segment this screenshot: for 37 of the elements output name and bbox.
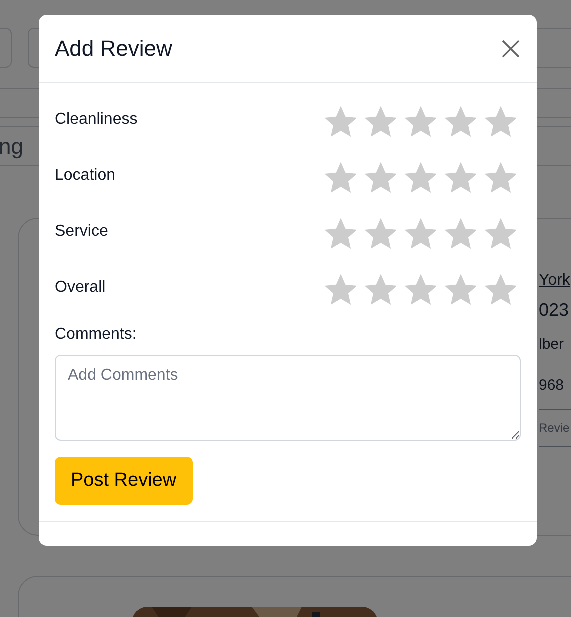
- star-rating[interactable]: [323, 104, 519, 140]
- star-icon[interactable]: [363, 104, 399, 140]
- star-icon[interactable]: [483, 272, 519, 308]
- star-icon[interactable]: [323, 104, 359, 140]
- star-icon[interactable]: [323, 216, 359, 252]
- star-icon[interactable]: [483, 160, 519, 196]
- dialog-title: Add Review: [55, 35, 172, 63]
- star-icon[interactable]: [323, 272, 359, 308]
- star-icon[interactable]: [443, 272, 479, 308]
- post-review-button[interactable]: Post Review: [55, 457, 193, 505]
- hotel-address: lber: [539, 335, 566, 355]
- hotel-phone: 968: [539, 376, 566, 396]
- comments-field[interactable]: Add Comments: [55, 355, 521, 441]
- star-icon[interactable]: [403, 272, 439, 308]
- star-icon[interactable]: [483, 216, 519, 252]
- rating-label: Location: [55, 166, 116, 186]
- star-icon[interactable]: [443, 104, 479, 140]
- star-rating[interactable]: [323, 160, 519, 196]
- star-icon[interactable]: [363, 216, 399, 252]
- hotel-date: 023: [539, 299, 570, 322]
- star-icon[interactable]: [403, 216, 439, 252]
- star-rating[interactable]: [323, 216, 519, 252]
- star-icon[interactable]: [403, 160, 439, 196]
- star-icon[interactable]: [363, 160, 399, 196]
- star-icon[interactable]: [363, 272, 399, 308]
- rating-label: Cleanliness: [55, 110, 138, 130]
- rating-label: Service: [55, 222, 108, 242]
- rating-label: Overall: [55, 278, 106, 298]
- comments-label: Comments:: [55, 325, 138, 345]
- star-icon[interactable]: [443, 216, 479, 252]
- star-rating[interactable]: [323, 272, 519, 308]
- star-icon[interactable]: [443, 160, 479, 196]
- hotel-name-link[interactable]: York: [539, 269, 571, 293]
- star-icon[interactable]: [483, 104, 519, 140]
- star-icon[interactable]: [323, 160, 359, 196]
- star-icon[interactable]: [403, 104, 439, 140]
- review-button[interactable]: Revie: [539, 409, 571, 447]
